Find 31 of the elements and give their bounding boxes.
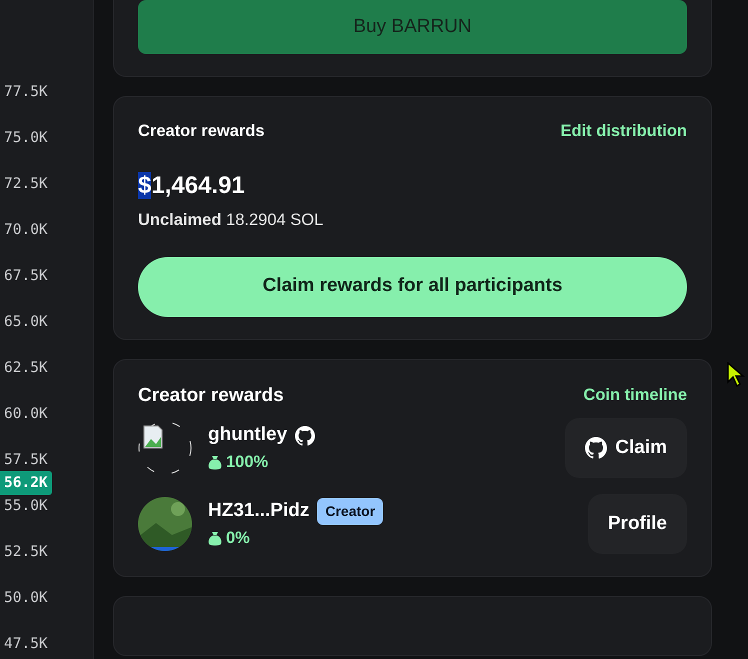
claim-all-button[interactable]: Claim rewards for all participants bbox=[138, 256, 687, 316]
axis-label: 70.0K bbox=[3, 221, 48, 239]
participant-name: HZ31...Pidz bbox=[208, 499, 310, 524]
money-bag-icon bbox=[208, 530, 222, 546]
participant-action-button[interactable]: Claim bbox=[565, 418, 687, 478]
axis-label: 55.0K bbox=[3, 497, 48, 515]
axis-label: 52.5K bbox=[3, 543, 48, 561]
reward-amount: $1,464.91 bbox=[138, 172, 245, 199]
axis-label: 62.5K bbox=[3, 359, 48, 377]
money-bag-icon bbox=[208, 454, 222, 470]
share-percent: 0% bbox=[226, 528, 250, 549]
share-percent: 100% bbox=[226, 452, 268, 473]
axis-label: 77.5K bbox=[3, 83, 48, 101]
card-title: Creator rewards bbox=[138, 384, 284, 408]
axis-label: 60.0K bbox=[3, 405, 48, 423]
axis-label: 75.0K bbox=[3, 129, 48, 147]
participant-action-button[interactable]: Profile bbox=[588, 494, 687, 554]
axis-label: 50.0K bbox=[3, 589, 48, 607]
current-price-label: 56.2K bbox=[0, 471, 52, 495]
unclaimed-amount: Unclaimed 18.2904 SOL bbox=[138, 210, 324, 231]
card-title: Creator rewards bbox=[138, 121, 265, 142]
participant-name: ghuntley bbox=[208, 423, 288, 448]
axis-label: 57.5K bbox=[3, 451, 48, 469]
axis-label: 67.5K bbox=[3, 267, 48, 285]
edit-distribution-link[interactable]: Edit distribution bbox=[560, 119, 687, 144]
axis-label: 65.0K bbox=[3, 313, 48, 331]
cursor-icon bbox=[727, 362, 747, 388]
creator-tag: Creator bbox=[317, 498, 384, 526]
axis-label: 72.5K bbox=[3, 175, 48, 193]
axis-label: 47.5K bbox=[3, 635, 48, 653]
coin-timeline-link[interactable]: Coin timeline bbox=[583, 383, 687, 408]
